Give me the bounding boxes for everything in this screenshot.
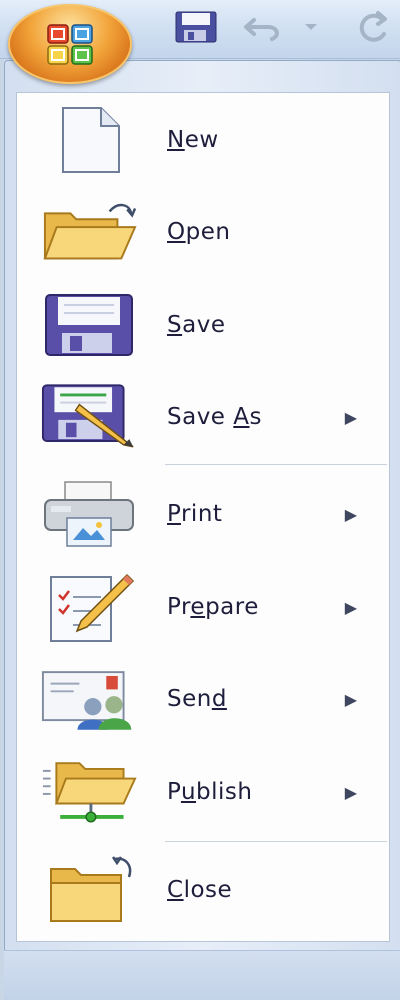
menu-item-label: Send	[167, 686, 227, 712]
qat-undo-button[interactable]	[240, 10, 290, 44]
prepare-checklist-icon	[41, 571, 137, 643]
menu-item-label: Prepare	[167, 594, 259, 620]
office-menu-footer	[4, 950, 400, 1000]
save-as-icon	[41, 381, 137, 453]
menu-item-close[interactable]: Close	[17, 846, 387, 934]
office-logo-icon	[47, 24, 93, 65]
printer-icon	[41, 478, 137, 550]
menu-item-open[interactable]: Open	[17, 188, 387, 276]
qat-undo-dropdown[interactable]	[300, 10, 322, 44]
menu-item-label: New	[167, 127, 219, 153]
menu-item-label: Save As	[167, 404, 262, 430]
menu-item-prepare[interactable]: Prepare ▶	[17, 563, 387, 651]
undo-icon	[244, 18, 279, 41]
save-floppy-icon	[41, 289, 137, 361]
menu-item-label: Close	[167, 877, 233, 903]
new-document-icon	[41, 104, 137, 176]
menu-item-label: Save	[167, 312, 226, 338]
qat-redo-button[interactable]	[352, 10, 396, 44]
office-button[interactable]	[8, 4, 132, 84]
submenu-arrow-icon: ▶	[344, 597, 357, 617]
submenu-arrow-icon: ▶	[344, 504, 357, 524]
floppy-disk-icon	[175, 11, 217, 43]
menu-item-print[interactable]: Print ▶	[17, 470, 387, 558]
submenu-arrow-icon: ▶	[344, 689, 357, 709]
menu-item-label: Open	[167, 219, 231, 245]
menu-item-send[interactable]: Send ▶	[17, 655, 387, 743]
menu-separator	[165, 464, 387, 465]
open-folder-icon	[41, 196, 137, 268]
menu-item-save-as[interactable]: Save As ▶	[17, 373, 387, 461]
qat-save-button[interactable]	[172, 10, 220, 44]
menu-item-label: Print	[167, 501, 223, 527]
menu-separator	[165, 841, 387, 842]
close-folder-icon	[41, 854, 137, 926]
chevron-down-icon	[305, 24, 317, 30]
submenu-arrow-icon: ▶	[344, 407, 357, 427]
publish-folder-icon	[41, 756, 137, 828]
menu-item-publish[interactable]: Publish ▶	[17, 748, 387, 836]
redo-icon	[359, 11, 387, 42]
send-envelope-icon	[41, 663, 137, 735]
menu-item-save[interactable]: Save	[17, 281, 387, 369]
menu-item-label: Publish	[167, 779, 253, 805]
menu-item-new[interactable]: New	[17, 96, 387, 184]
submenu-arrow-icon: ▶	[344, 782, 357, 802]
